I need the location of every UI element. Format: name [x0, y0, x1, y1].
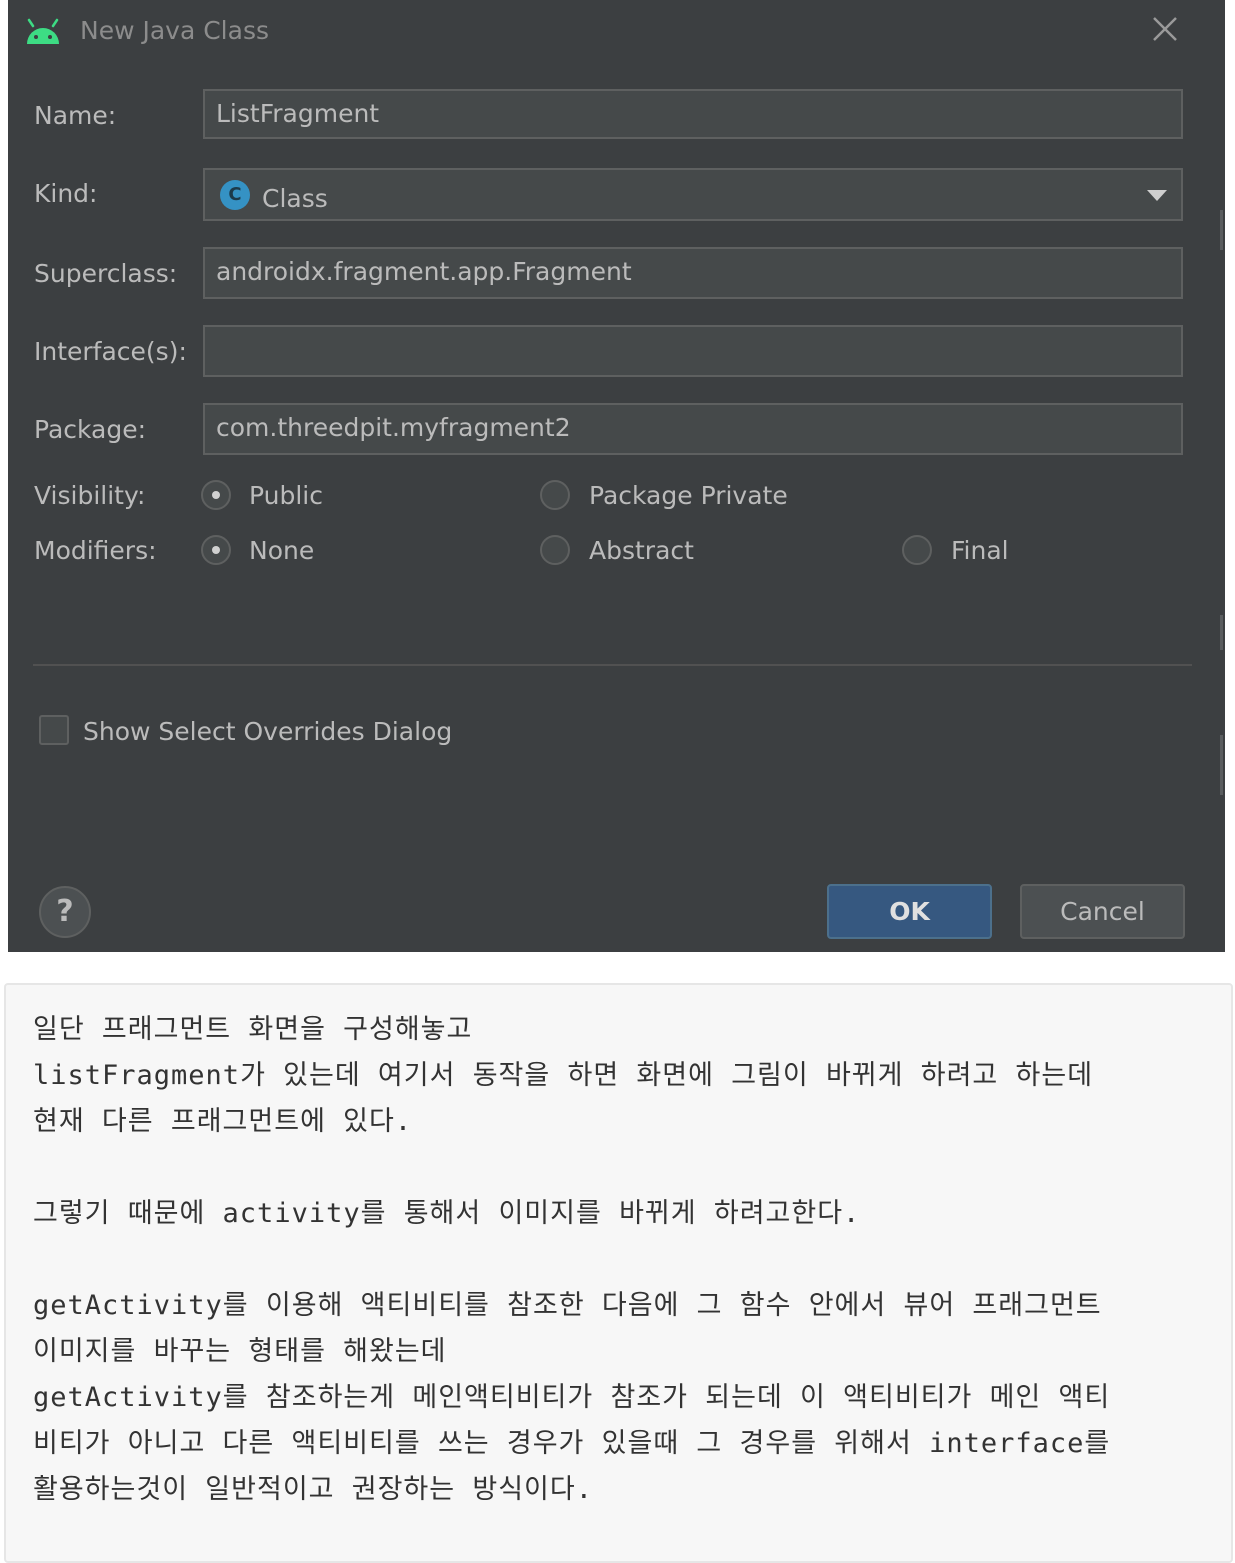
- modifiers-label: Modifiers:: [34, 536, 157, 565]
- visibility-label: Visibility:: [34, 481, 146, 510]
- package-label: Package:: [34, 415, 147, 444]
- note-line: getActivity를 이용해 액티비티를 참조한 다음에 그 함수 안에서 …: [33, 1290, 1102, 1321]
- close-icon[interactable]: [1148, 12, 1182, 46]
- scroll-mark: [1220, 615, 1223, 650]
- chevron-down-icon[interactable]: [1147, 190, 1167, 201]
- android-icon: [27, 18, 59, 44]
- radio-public[interactable]: [201, 480, 231, 510]
- show-overrides-checkbox[interactable]: [39, 715, 69, 745]
- radio-package-private[interactable]: [540, 480, 570, 510]
- new-java-class-dialog: New Java Class Name: ListFragment Kind: …: [8, 0, 1225, 952]
- radio-final-label[interactable]: Final: [951, 536, 1009, 565]
- interfaces-input[interactable]: [203, 325, 1183, 377]
- scroll-mark: [1220, 735, 1223, 795]
- note-line: 활용하는것이 일반적이고 권장하는 방식이다.: [33, 1474, 593, 1505]
- name-label: Name:: [34, 101, 117, 130]
- help-button[interactable]: ?: [39, 886, 91, 938]
- radio-abstract-label[interactable]: Abstract: [589, 536, 694, 565]
- divider: [33, 664, 1192, 666]
- radio-final[interactable]: [902, 535, 932, 565]
- ok-button[interactable]: OK: [827, 884, 992, 939]
- kind-select[interactable]: C Class: [203, 168, 1183, 221]
- radio-public-label[interactable]: Public: [249, 481, 323, 510]
- interfaces-label: Interface(s):: [34, 337, 187, 366]
- show-overrides-label[interactable]: Show Select Overrides Dialog: [83, 717, 452, 746]
- radio-none[interactable]: [201, 535, 231, 565]
- dialog-title: New Java Class: [80, 16, 270, 45]
- name-input[interactable]: ListFragment: [203, 89, 1183, 139]
- note-line: listFragment가 있는데 여기서 동작을 하면 화면에 그림이 바뀌게…: [33, 1060, 1094, 1091]
- class-icon: C: [220, 180, 250, 210]
- kind-label: Kind:: [34, 179, 98, 208]
- note-line: 현재 다른 프래그먼트에 있다.: [33, 1106, 413, 1137]
- kind-selected-value: Class: [262, 184, 328, 213]
- radio-abstract[interactable]: [540, 535, 570, 565]
- note-block: 일단 프래그먼트 화면을 구성해놓고 listFragment가 있는데 여기서…: [4, 983, 1233, 1563]
- note-line: 일단 프래그먼트 화면을 구성해놓고: [33, 1014, 473, 1045]
- superclass-input[interactable]: androidx.fragment.app.Fragment: [203, 247, 1183, 299]
- package-input[interactable]: com.threedpit.myfragment2: [203, 403, 1183, 455]
- radio-none-label[interactable]: None: [249, 536, 314, 565]
- note-line: 이미지를 바꾸는 형태를 해왔는데: [33, 1336, 447, 1367]
- radio-package-private-label[interactable]: Package Private: [589, 481, 788, 510]
- note-line: 비티가 아니고 다른 액티비티를 쓰는 경우가 있을때 그 경우를 위해서 in…: [33, 1428, 1111, 1459]
- cancel-button[interactable]: Cancel: [1020, 884, 1185, 939]
- scroll-mark: [1220, 210, 1223, 250]
- note-line: 그렇기 때문에 activity를 통해서 이미지를 바뀌게 하려고한다.: [33, 1198, 861, 1229]
- note-line: getActivity를 참조하는게 메인액티비티가 참조가 되는데 이 액티비…: [33, 1382, 1111, 1413]
- background-strip: [1225, 0, 1235, 952]
- superclass-label: Superclass:: [34, 259, 178, 288]
